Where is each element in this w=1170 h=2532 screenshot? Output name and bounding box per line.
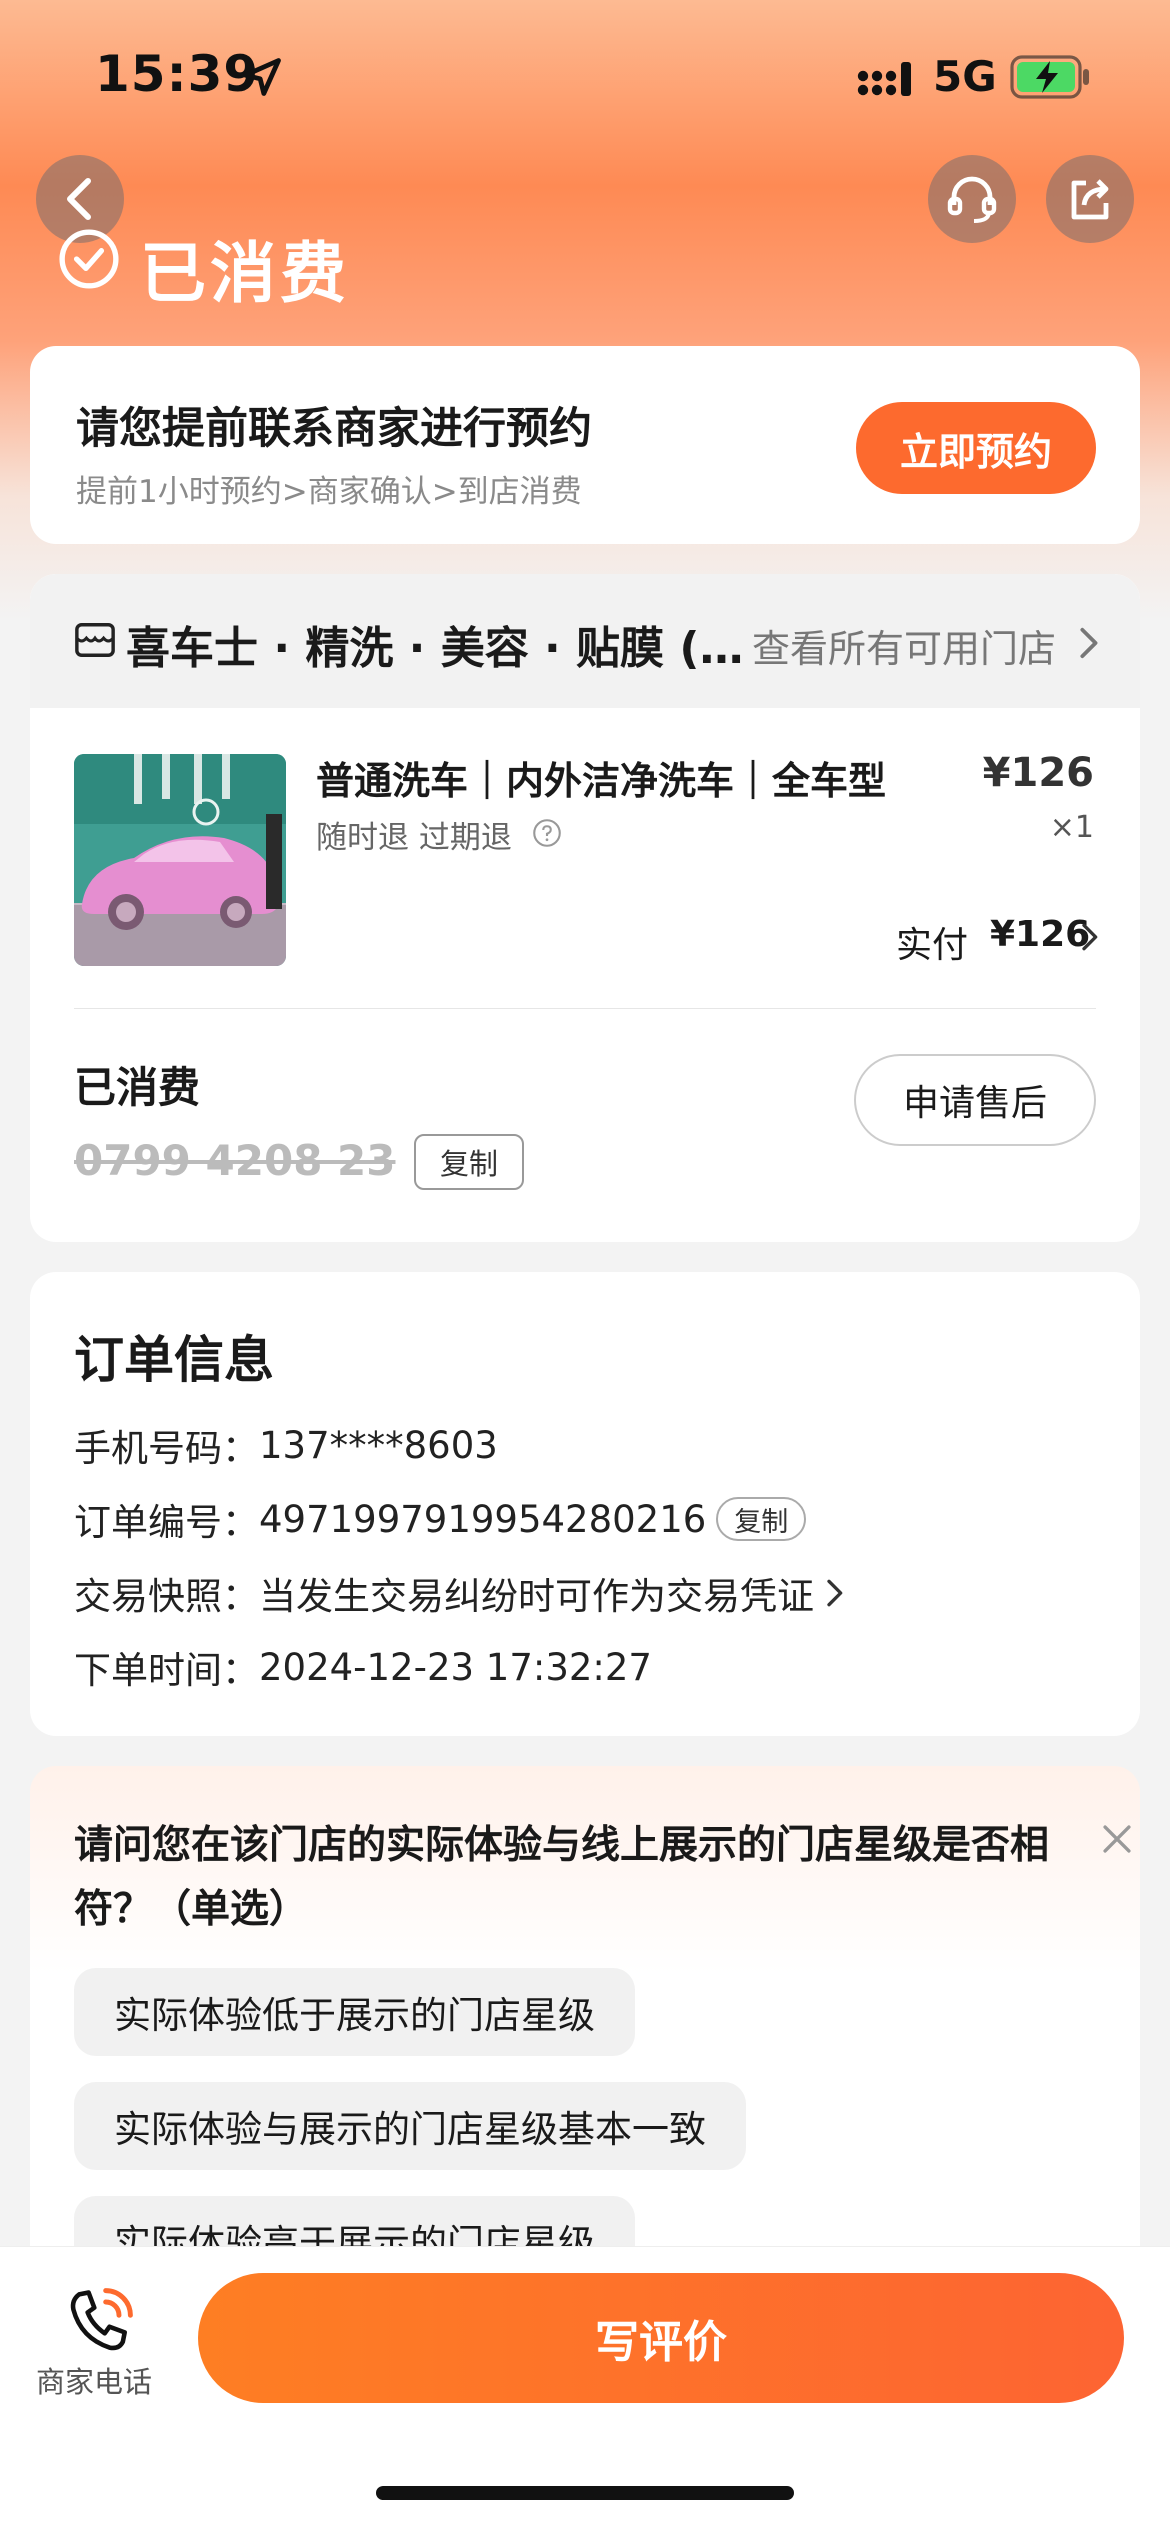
info-value: 当发生交易纠纷时可作为交易凭证 (259, 1575, 814, 1618)
product-image[interactable] (74, 754, 286, 966)
info-label: 手机号码： (74, 1427, 259, 1470)
info-value: 4971997919954280216 (259, 1497, 707, 1541)
copy-order-number-button[interactable]: 复制 (716, 1497, 807, 1541)
info-row-order-time: 下单时间： 2024-12-23 17:32:27 (74, 1640, 652, 1694)
page-title: 已消费 (140, 235, 350, 312)
info-label: 交易快照： (74, 1575, 259, 1618)
info-label: 下单时间： (74, 1649, 259, 1692)
product-title: 普通洗车｜内外洁净洗车｜全车型 (316, 759, 887, 803)
share-button[interactable] (1046, 155, 1134, 243)
store-name: 喜车士 · 精洗 · 美容 · 贴膜 (… (126, 623, 744, 674)
survey-option[interactable]: 实际体验低于展示的门店星级 (74, 1968, 635, 2056)
book-now-button[interactable]: 立即预约 (856, 402, 1096, 494)
help-circle-icon[interactable] (532, 818, 562, 848)
survey-card: 请问您在该门店的实际体验与线上展示的门店星级是否相符？（单选） 实际体验低于展示… (30, 1766, 1140, 2286)
appointment-title: 请您提前联系商家进行预约 (76, 404, 592, 454)
product-quantity: ×1 (1049, 810, 1094, 845)
all-stores-link[interactable]: 查看所有可用门店 (752, 618, 1056, 673)
close-icon[interactable] (1100, 1822, 1134, 1856)
cellular-signal-icon (857, 62, 911, 96)
voucher-code: 0799 4208 23 (74, 1136, 396, 1185)
appointment-card: 请您提前联系商家进行预约 提前1小时预约>商家确认>到店消费 立即预约 (30, 346, 1140, 544)
product-price: ¥126 (982, 750, 1094, 796)
after-sales-button[interactable]: 申请售后 (854, 1054, 1096, 1146)
chevron-left-icon (67, 178, 91, 220)
info-value: 137****8603 (259, 1423, 498, 1467)
appointment-subtitle: 提前1小时预约>商家确认>到店消费 (76, 474, 582, 510)
chevron-right-icon (1082, 923, 1098, 951)
survey-question: 请问您在该门店的实际体验与线上展示的门店星级是否相符？（单选） (74, 1823, 1050, 1932)
paid-label: 实付 (896, 925, 969, 966)
survey-option[interactable]: 实际体验与展示的门店星级基本一致 (74, 2082, 746, 2170)
order-card: 喜车士 · 精洗 · 美容 · 贴膜 (… 查看所有可用门店 普通洗车｜内外洁净… (30, 574, 1140, 1242)
customer-service-button[interactable] (928, 155, 1016, 243)
chevron-right-icon (1080, 627, 1098, 659)
info-row-order-number: 订单编号： 4971997919954280216 复制 (74, 1492, 807, 1546)
merchant-phone-label[interactable]: 商家电话 (36, 2359, 152, 2401)
divider (74, 1008, 1096, 1009)
status-time: 15:39 (95, 45, 260, 103)
info-label: 订单编号： (74, 1501, 259, 1544)
write-review-button[interactable]: 写评价 (198, 2273, 1124, 2403)
order-info-card: 订单信息 手机号码： 137****8603 订单编号： 49719979199… (30, 1272, 1140, 1736)
store-header[interactable]: 喜车士 · 精洗 · 美容 · 贴膜 (… 查看所有可用门店 (30, 574, 1140, 708)
location-arrow-icon (243, 58, 281, 96)
order-info-title: 订单信息 (74, 1331, 274, 1389)
info-row-phone: 手机号码： 137****8603 (74, 1418, 498, 1472)
refund-tags: 随时退 过期退 (316, 820, 512, 856)
status-bar: 15:39 5G (0, 0, 1170, 150)
voucher-status: 已消费 (74, 1063, 201, 1112)
paid-amount[interactable]: ¥126 (990, 914, 1090, 955)
phone-icon[interactable] (62, 2283, 138, 2359)
info-value: 2024-12-23 17:32:27 (259, 1645, 652, 1689)
home-indicator (376, 2486, 794, 2500)
share-icon (1071, 179, 1109, 220)
chevron-right-icon (827, 1579, 843, 1607)
headset-icon (947, 176, 997, 223)
battery-charging-icon (1010, 55, 1089, 99)
info-row-snapshot[interactable]: 交易快照： 当发生交易纠纷时可作为交易凭证 (74, 1566, 844, 1620)
check-circle-icon (59, 229, 119, 289)
network-type: 5G (933, 52, 997, 101)
store-icon (75, 623, 115, 657)
copy-voucher-button[interactable]: 复制 (414, 1134, 524, 1190)
